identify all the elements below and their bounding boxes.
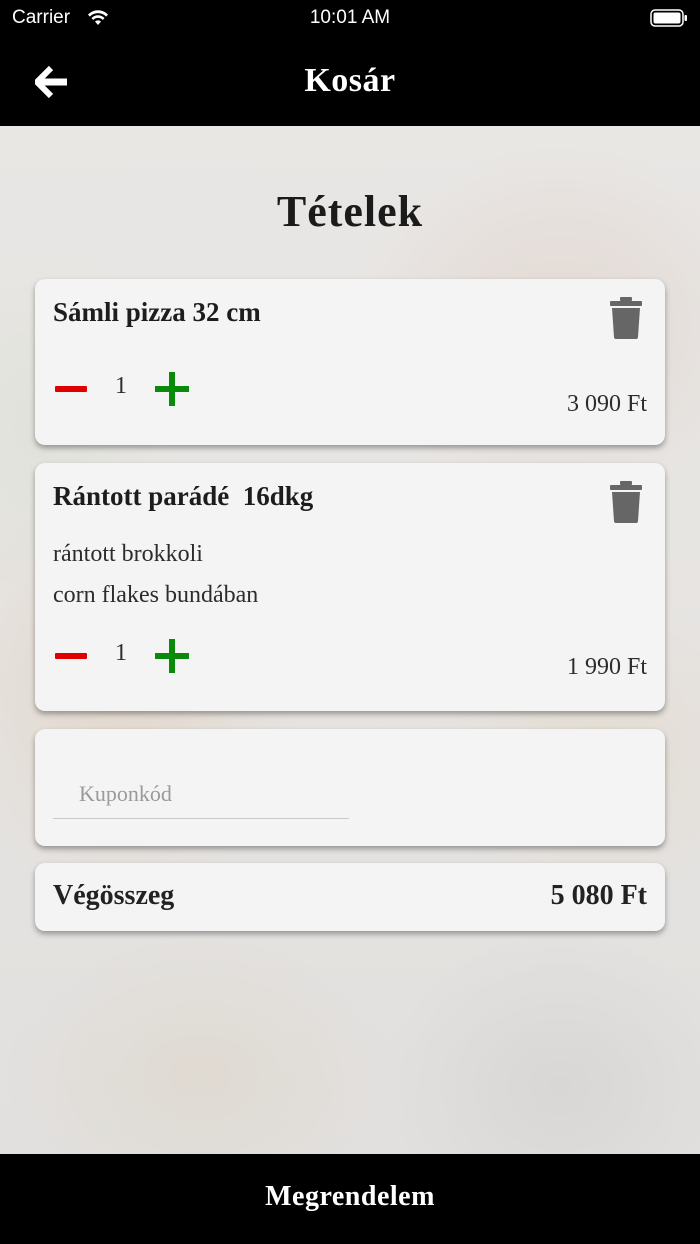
item-description-line: rántott brokkoli: [53, 541, 203, 567]
trash-icon[interactable]: [609, 481, 643, 523]
section-title: Tételek: [276, 187, 424, 236]
quantity-stepper: 1: [53, 369, 213, 409]
item-name: Sámli pizza 32 cm: [53, 297, 261, 327]
quantity-value: 1: [115, 373, 127, 399]
status-time: 10:01 AM: [309, 7, 391, 28]
page-title: Kosár: [304, 62, 396, 99]
order-button-label: Megrendelem: [265, 1181, 435, 1212]
quantity-stepper: 1: [53, 636, 213, 676]
item-name: Rántott parádé 16dkg: [53, 481, 314, 511]
decrease-quantity-button[interactable]: [53, 375, 89, 403]
coupon-card: [35, 729, 665, 846]
status-bar: Carrier 10:01 AM: [0, 0, 700, 40]
decrease-quantity-button[interactable]: [53, 642, 89, 670]
total-value: 5 080 Ft: [550, 880, 647, 911]
item-price: 3 090 Ft: [566, 391, 647, 417]
cart-content: Tételek Sámli pizza 32 cm 1 3 090 Ft Rán…: [0, 126, 700, 1154]
nav-bar: Kosár: [0, 40, 700, 126]
cart-item-card: Rántott parádé 16dkg rántott brokkoli co…: [35, 463, 665, 711]
item-description-line: corn flakes bundában: [53, 582, 259, 608]
battery-icon: [650, 9, 687, 27]
total-card: Végösszeg 5 080 Ft: [35, 863, 665, 931]
increase-quantity-button[interactable]: [155, 372, 189, 406]
increase-quantity-button[interactable]: [155, 639, 189, 673]
coupon-code-input[interactable]: [53, 769, 349, 819]
quantity-value: 1: [115, 640, 127, 666]
order-button[interactable]: Megrendelem: [0, 1154, 700, 1244]
item-price: 1 990 Ft: [566, 654, 647, 680]
total-label: Végösszeg: [53, 880, 175, 911]
trash-icon[interactable]: [609, 297, 643, 339]
cart-item-card: Sámli pizza 32 cm 1 3 090 Ft: [35, 279, 665, 445]
